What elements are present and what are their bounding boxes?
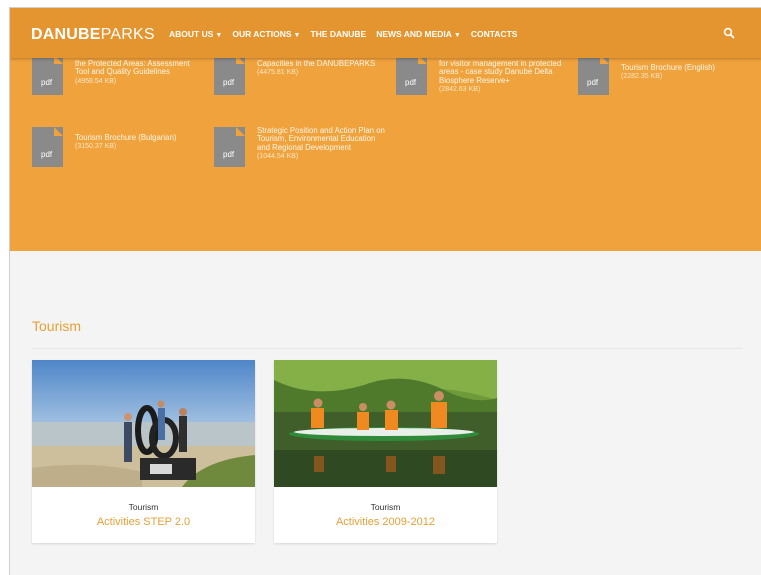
caret-down-icon: ▼ (453, 32, 461, 39)
document-title[interactable]: the Protected Areas: Assessment Tool and… (75, 59, 190, 76)
pdf-file-icon: pdf (32, 127, 63, 167)
svg-text:pdf: pdf (41, 78, 53, 87)
card-category: Tourism (370, 502, 401, 512)
pdf-file-icon: pdf (214, 55, 245, 95)
document-size: (2282.35 KB) (621, 73, 663, 81)
nav-item-our-actions[interactable]: Our actions ▼ (232, 29, 300, 39)
nav-item-the-danube[interactable]: The Danube (310, 29, 366, 39)
document-title[interactable]: Capacities in the DANUBEPARKS (257, 59, 375, 68)
document-title[interactable]: Tourism Brochure (English) (621, 63, 715, 72)
nav-item-news-and-media[interactable]: News and media ▼ (376, 29, 461, 39)
svg-text:pdf: pdf (223, 150, 235, 159)
caret-down-icon: ▼ (215, 32, 223, 39)
svg-text:pdf: pdf (405, 78, 417, 87)
document-size: (4958.54 KB) (75, 77, 117, 85)
document-title[interactable]: for visitor management in protected area… (439, 59, 561, 85)
section-divider (32, 348, 742, 349)
nav-item-label: News and media (376, 29, 452, 39)
card-category: Tourism (128, 502, 159, 512)
document-title[interactable]: Strategic Position and Action Plan on To… (257, 126, 385, 152)
browser-viewport: pdf the Protected Areas: Assessment Tool… (9, 7, 761, 575)
tourism-card[interactable]: Tourism Activities STEP 2.0 (32, 360, 255, 543)
site-logo[interactable]: DANUBEPARKS (31, 26, 155, 44)
caret-down-icon: ▼ (293, 32, 301, 39)
svg-text:pdf: pdf (223, 78, 235, 87)
card-photo-kayaking (274, 360, 497, 487)
document-size: (2842.63 KB) (439, 86, 481, 94)
pdf-file-icon: pdf (396, 55, 427, 95)
document-title[interactable]: Tourism Brochure (Bulgarian) (75, 133, 176, 142)
nav-item-label: The Danube (310, 29, 367, 39)
document-size: (3150.37 KB) (75, 143, 117, 151)
card-photo-step (32, 360, 255, 487)
document-size: (4475.81 KB) (257, 69, 299, 77)
top-navbar: DANUBEPARKS About us ▼ Our actions ▼ The D… (10, 8, 761, 58)
svg-text:pdf: pdf (587, 78, 599, 87)
nav-item-label: Our actions (232, 29, 292, 39)
nav-item-contacts[interactable]: Contacts (471, 29, 518, 39)
logo-text-bold: DANUBE (31, 26, 101, 43)
nav-item-about-us[interactable]: About us ▼ (169, 29, 222, 39)
main-menu: About us ▼ Our actions ▼ The Danube News a… (169, 29, 527, 39)
section-heading-tourism: Tourism (32, 318, 82, 334)
pdf-file-icon: pdf (214, 127, 245, 167)
pdf-file-icon: pdf (578, 55, 609, 95)
svg-text:pdf: pdf (41, 150, 53, 159)
tourism-card[interactable]: Tourism Activities 2009-2012 (274, 360, 497, 543)
document-size: (1044.54 KB) (257, 153, 299, 161)
search-icon[interactable] (723, 27, 735, 39)
card-title-link[interactable]: Activities STEP 2.0 (32, 516, 255, 528)
pdf-file-icon: pdf (32, 55, 63, 95)
logo-text-light: PARKS (100, 26, 155, 43)
nav-item-label: Contacts (470, 29, 518, 39)
nav-item-label: About us (169, 29, 214, 39)
card-title-link[interactable]: Activities 2009-2012 (274, 516, 497, 528)
